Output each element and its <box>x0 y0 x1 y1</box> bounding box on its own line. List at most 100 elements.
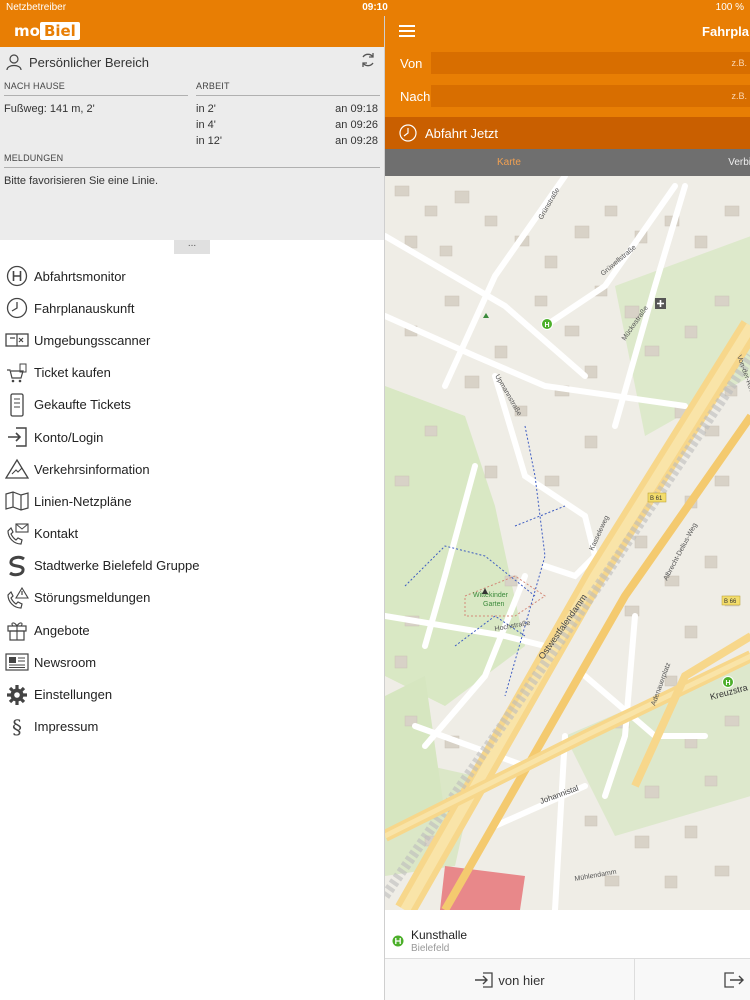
expand-handle[interactable]: ... <box>174 239 210 254</box>
menu-item-label: Linien-Netzpläne <box>34 493 132 509</box>
departure-in: in 4' <box>196 119 216 131</box>
personal-area-title[interactable]: Persönlicher Bereich <box>5 53 149 71</box>
menu-item-label: Verkehrsinformation <box>34 461 150 477</box>
menu-item-label: Kontakt <box>34 526 79 542</box>
bus-stop-icon <box>392 935 404 947</box>
svg-text:B 66: B 66 <box>724 599 737 605</box>
newspaper-icon <box>5 650 29 674</box>
map-view[interactable]: Grünstraße Grüwellstraße Mückestraße Upm… <box>385 176 750 910</box>
divider <box>196 95 380 96</box>
gear-icon <box>5 683 29 707</box>
map-label: Garten <box>483 601 505 608</box>
tab-connections[interactable]: Verbi <box>728 157 750 168</box>
menu-item-label: Impressum <box>34 719 99 735</box>
menu-item-impressum[interactable]: § Impressum <box>0 711 384 743</box>
user-icon <box>6 54 22 71</box>
road-shield-b61: B 61 <box>647 492 667 503</box>
messages-header: MELDUNGEN <box>4 153 64 163</box>
status-bar: Netzbetreiber 09:10 100 % <box>0 0 750 16</box>
departure-time-button[interactable]: Abfahrt Jetzt <box>385 117 750 149</box>
menu-item-gekaufte-tickets[interactable]: Gekaufte Tickets <box>0 389 384 421</box>
clock-label: 09:10 <box>362 2 388 13</box>
planner-title: Fahrpla <box>702 24 749 39</box>
to-label: Nach <box>400 89 431 104</box>
from-here-button[interactable]: von hier <box>385 959 635 1000</box>
hamburger-menu-icon[interactable] <box>399 25 415 37</box>
ticket-icon <box>5 393 29 417</box>
stop-actions: von hier <box>385 958 750 1000</box>
svg-text:H: H <box>545 322 550 329</box>
from-input[interactable]: z.B. <box>431 52 750 74</box>
personal-area: Persönlicher Bereich NACH HAUSE ARBEIT F… <box>0 47 384 240</box>
selected-stop[interactable]: Kunsthalle Bielefeld <box>385 910 750 958</box>
departure-arrival: an 09:18 <box>335 103 378 115</box>
messages-text: Bitte favorisieren Sie eine Linie. <box>4 175 159 187</box>
to-row: Nach z.B. <box>385 85 750 107</box>
menu-item-kontakt[interactable]: Kontakt <box>0 518 384 550</box>
journey-planner: Fahrpla Von z.B. Nach z.B. Abfahrt Jetzt… <box>384 16 750 1000</box>
menu-item-stoerungsmeldungen[interactable]: Störungsmeldungen <box>0 582 384 614</box>
menu-item-label: Abfahrtsmonitor <box>34 268 126 284</box>
menu-item-newsroom[interactable]: Newsroom <box>0 646 384 678</box>
departure-in: in 2' <box>196 103 216 115</box>
clock-icon <box>5 296 29 320</box>
phone-warning-icon <box>5 586 29 610</box>
menu-item-ticket-kaufen[interactable]: Ticket kaufen <box>0 357 384 389</box>
menu-item-label: Fahrplanauskunft <box>34 300 135 316</box>
login-icon <box>5 425 29 449</box>
warning-icon <box>5 457 29 481</box>
stop-city: Bielefeld <box>411 943 450 954</box>
stadtwerke-icon <box>5 554 29 578</box>
menu-item-konto-login[interactable]: Konto/Login <box>0 421 384 453</box>
from-here-label: von hier <box>498 972 545 988</box>
scanner-icon <box>5 328 29 352</box>
battery-label: 100 % <box>715 2 744 13</box>
divider <box>4 95 188 96</box>
menu-item-label: Konto/Login <box>34 429 104 445</box>
map-icon <box>5 489 29 513</box>
home-column-header: NACH HAUSE <box>4 81 66 91</box>
menu-item-angebote[interactable]: Angebote <box>0 614 384 646</box>
menu-item-fahrplanauskunft[interactable]: Fahrplanauskunft <box>0 292 384 324</box>
sidebar-header: mo Biel <box>0 16 384 47</box>
stop-name: Kunsthalle <box>411 928 468 942</box>
home-walk-info[interactable]: Fußweg: 141 m, 2' <box>4 103 95 115</box>
ticket-cart-icon <box>5 361 29 385</box>
departure-arrival: an 09:28 <box>335 135 378 147</box>
hospital-icon <box>655 298 666 309</box>
menu-item-abfahrtsmonitor[interactable]: Abfahrtsmonitor <box>0 260 384 292</box>
menu-item-stadtwerke[interactable]: Stadtwerke Bielefeld Gruppe <box>0 550 384 582</box>
sidebar: mo Biel Persönlicher Bereich NACH HAUSE A… <box>0 16 384 1000</box>
bus-stop-icon <box>5 264 29 288</box>
gift-icon <box>5 618 29 642</box>
enter-icon <box>475 972 494 988</box>
main-menu: Abfahrtsmonitor Fahrplanauskunft Umgebun… <box>0 260 384 743</box>
clock-icon <box>399 124 417 142</box>
menu-item-label: Ticket kaufen <box>34 365 111 381</box>
menu-item-label: Gekaufte Tickets <box>34 397 131 413</box>
divider <box>4 167 380 168</box>
paragraph-icon: § <box>12 714 22 739</box>
bus-stop-marker[interactable]: H <box>722 676 734 688</box>
menu-item-einstellungen[interactable]: Einstellungen <box>0 678 384 710</box>
map-label: Wittekinder <box>473 592 509 599</box>
personal-area-label: Persönlicher Bereich <box>29 54 149 70</box>
mobiel-logo[interactable]: mo Biel <box>14 22 80 40</box>
menu-item-label: Angebote <box>34 622 90 638</box>
menu-item-label: Newsroom <box>34 654 97 670</box>
menu-item-umgebungsscanner[interactable]: Umgebungsscanner <box>0 324 384 356</box>
from-label: Von <box>400 56 423 71</box>
svg-text:B 61: B 61 <box>650 496 663 502</box>
to-input[interactable]: z.B. <box>431 85 750 107</box>
menu-item-linien-netzplaene[interactable]: Linien-Netzpläne <box>0 485 384 517</box>
bus-stop-marker[interactable]: H <box>541 318 553 330</box>
menu-item-verkehrsinformation[interactable]: Verkehrsinformation <box>0 453 384 485</box>
departure-arrival: an 09:26 <box>335 119 378 131</box>
exit-icon[interactable] <box>723 971 745 989</box>
menu-item-label: Einstellungen <box>34 687 113 703</box>
menu-item-label: Stadtwerke Bielefeld Gruppe <box>34 558 200 574</box>
road-shield-b66: B 66 <box>721 595 741 606</box>
refresh-icon[interactable] <box>360 52 376 68</box>
tab-map[interactable]: Karte <box>497 157 521 168</box>
departure-in: in 12' <box>196 135 222 147</box>
